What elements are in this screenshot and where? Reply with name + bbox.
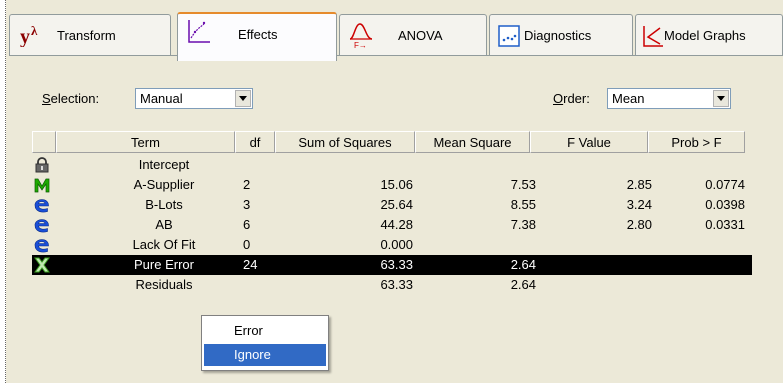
menu-item-ignore[interactable]: Ignore bbox=[204, 344, 326, 366]
left-border bbox=[0, 0, 6, 383]
prob-f-cell bbox=[652, 275, 745, 295]
tab-bar: y λ Transform Effects F→ ANOVA Diagnosti… bbox=[9, 12, 783, 64]
prob-f-cell: 0.0331 bbox=[705, 217, 745, 232]
term-cell: Residuals bbox=[135, 277, 193, 292]
col-f-value[interactable]: F Value bbox=[530, 131, 648, 153]
term-cell: Intercept bbox=[138, 157, 190, 172]
f-distribution-icon: F→ bbox=[348, 21, 374, 50]
table-row[interactable]: Intercept bbox=[32, 155, 752, 175]
col-df[interactable]: df bbox=[235, 131, 275, 153]
f-value-cell: 2.85 bbox=[626, 177, 652, 192]
table-row[interactable]: Lack Of Fit 0 0.000 bbox=[32, 235, 752, 255]
chevron-down-icon[interactable] bbox=[235, 90, 251, 107]
selection-label: Selection: bbox=[42, 91, 100, 106]
table-row[interactable]: Residuals 63.33 2.64 bbox=[32, 275, 752, 295]
df-cell: 0 bbox=[243, 237, 251, 252]
f-value-cell: 3.24 bbox=[626, 197, 652, 212]
df-cell bbox=[235, 275, 275, 295]
tab-label: Effects bbox=[238, 27, 278, 42]
table-row[interactable]: Pure Error 24 63.33 2.64 bbox=[32, 255, 752, 275]
df-cell: 2 bbox=[243, 177, 251, 192]
svg-text:λ: λ bbox=[31, 23, 38, 38]
f-value-cell bbox=[538, 275, 652, 295]
f-value-cell bbox=[538, 255, 652, 275]
mean-square-cell: 2.64 bbox=[510, 277, 536, 292]
f-value-cell bbox=[538, 235, 652, 255]
tab-diagnostics[interactable]: Diagnostics bbox=[489, 14, 633, 56]
tab-panel-border bbox=[9, 55, 783, 56]
effects-plot-icon bbox=[186, 18, 212, 44]
prob-f-cell: 0.0774 bbox=[705, 177, 745, 192]
prob-f-cell bbox=[652, 255, 745, 275]
col-sum-of-squares[interactable]: Sum of Squares bbox=[275, 131, 415, 153]
ignore-x-icon[interactable] bbox=[34, 257, 50, 273]
sum-of-squares-cell: 0.000 bbox=[380, 237, 413, 252]
mean-square-cell: 2.64 bbox=[510, 257, 536, 272]
sum-of-squares-cell: 63.33 bbox=[380, 277, 413, 292]
df-cell: 24 bbox=[243, 257, 258, 272]
col-mean-square[interactable]: Mean Square bbox=[415, 131, 530, 153]
f-value-cell: 2.80 bbox=[626, 217, 652, 232]
sum-of-squares-cell bbox=[282, 155, 413, 175]
mean-square-cell: 8.55 bbox=[510, 197, 536, 212]
df-cell bbox=[235, 155, 275, 175]
sum-of-squares-cell: 25.64 bbox=[380, 197, 413, 212]
svg-text:F→: F→ bbox=[354, 41, 367, 49]
term-cell: AB bbox=[155, 217, 173, 232]
sum-of-squares-cell: 63.33 bbox=[380, 257, 413, 272]
selection-value: Manual bbox=[140, 91, 183, 106]
table-row[interactable]: A-Supplier 2 15.06 7.53 2.85 0.0774 bbox=[32, 175, 752, 195]
y-lambda-icon: y λ bbox=[20, 23, 46, 49]
tab-model-graphs[interactable]: Model Graphs bbox=[635, 14, 783, 56]
mean-square-cell: 7.38 bbox=[510, 217, 536, 232]
error-e-icon[interactable] bbox=[34, 237, 50, 253]
selection-combo[interactable]: Manual bbox=[135, 88, 253, 109]
term-cell: A-Supplier bbox=[133, 177, 195, 192]
tab-effects[interactable]: Effects bbox=[177, 12, 337, 61]
order-combo[interactable]: Mean bbox=[607, 88, 731, 109]
menu-item-error[interactable]: Error bbox=[204, 320, 326, 342]
df-cell: 6 bbox=[243, 217, 251, 232]
sum-of-squares-cell: 44.28 bbox=[380, 217, 413, 232]
term-cell: Pure Error bbox=[134, 257, 194, 272]
tab-label: Model Graphs bbox=[664, 28, 746, 43]
tab-anova[interactable]: F→ ANOVA bbox=[339, 14, 487, 56]
term-cell: Lack Of Fit bbox=[132, 237, 196, 252]
df-cell: 3 bbox=[243, 197, 251, 212]
mean-square-cell bbox=[415, 155, 536, 175]
table-row[interactable]: AB 6 44.28 7.38 2.80 0.0331 bbox=[32, 215, 752, 235]
error-e-icon[interactable] bbox=[34, 217, 50, 233]
prob-f-cell: 0.0398 bbox=[705, 197, 745, 212]
prob-f-cell bbox=[652, 235, 745, 255]
grid-header: Term df Sum of Squares Mean Square F Val… bbox=[32, 131, 752, 153]
chevron-down-icon[interactable] bbox=[713, 90, 729, 107]
tab-label: ANOVA bbox=[398, 28, 443, 43]
order-value: Mean bbox=[612, 91, 645, 106]
col-term[interactable]: Term bbox=[56, 131, 235, 153]
model-m-icon[interactable] bbox=[34, 177, 50, 193]
sum-of-squares-cell: 15.06 bbox=[380, 177, 413, 192]
f-value-cell bbox=[538, 155, 652, 175]
order-label: Order: bbox=[553, 91, 590, 106]
mean-square-cell: 7.53 bbox=[510, 177, 536, 192]
diagnostics-plot-icon bbox=[498, 25, 524, 51]
error-e-icon[interactable] bbox=[34, 197, 50, 213]
tab-label: Diagnostics bbox=[524, 28, 592, 43]
lock-icon[interactable] bbox=[34, 157, 50, 173]
prob-f-cell bbox=[652, 155, 745, 175]
tab-label: Transform bbox=[57, 28, 116, 43]
svg-text:y: y bbox=[20, 26, 30, 47]
row-header-corner bbox=[32, 131, 56, 153]
table-row[interactable]: B-Lots 3 25.64 8.55 3.24 0.0398 bbox=[32, 195, 752, 215]
col-prob-f[interactable]: Prob > F bbox=[648, 131, 745, 153]
tab-transform[interactable]: y λ Transform bbox=[9, 14, 171, 56]
context-menu: Error Ignore bbox=[201, 315, 329, 371]
term-cell: B-Lots bbox=[145, 197, 183, 212]
mean-square-cell bbox=[415, 235, 536, 255]
